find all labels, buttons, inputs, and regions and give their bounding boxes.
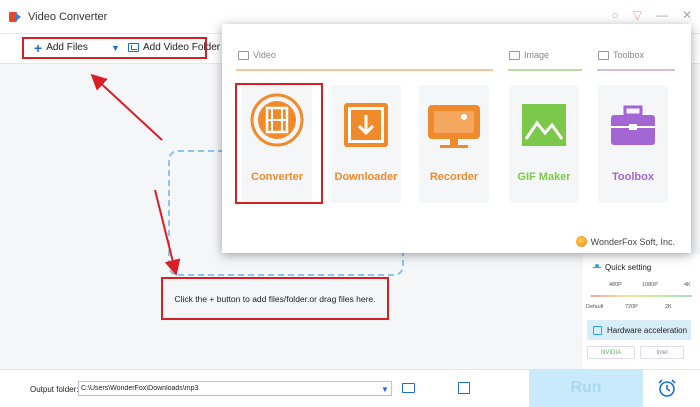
hardware-acceleration-label: Hardware acceleration (607, 325, 688, 335)
screen-record-icon (428, 105, 480, 148)
annotation-box-toolbar (22, 37, 207, 59)
wonderfox-logo-icon (575, 236, 587, 247)
image-divider (508, 69, 582, 71)
quality-label-2k: 2K (665, 304, 672, 310)
downloader-tile[interactable]: Downloader (331, 85, 401, 203)
run-button[interactable]: Run (529, 369, 643, 407)
brand: WonderFox Soft, Inc. (575, 236, 675, 247)
hardware-acceleration-toggle[interactable]: Hardware acceleration (587, 320, 691, 340)
quality-label-4k: 4K (684, 282, 691, 288)
gift-icon[interactable]: ▽ (633, 8, 642, 22)
quality-label-default: Default (586, 304, 604, 310)
output-folder-dropdown-icon[interactable]: ▼ (381, 385, 389, 394)
output-folder-input[interactable] (78, 381, 392, 396)
video-divider (236, 69, 493, 71)
output-folder-label: Output folder: (30, 385, 79, 394)
annotation-box-drop (161, 277, 389, 320)
quality-slider[interactable] (591, 295, 692, 297)
arrow-to-toolbar (90, 73, 163, 141)
image-category-icon (509, 50, 520, 60)
recorder-tile[interactable]: Recorder (419, 85, 489, 203)
minimize-icon[interactable]: — (656, 8, 668, 22)
toolbox-label: Toolbox (612, 171, 654, 183)
alarm-clock-icon[interactable] (656, 377, 678, 399)
intel-badge: Intel (640, 346, 684, 359)
toolbox-category-icon (598, 50, 609, 60)
quick-setting-title: Quick setting (593, 263, 651, 272)
browse-folder-icon[interactable] (402, 383, 415, 393)
toolbox-tile[interactable]: Toolbox (598, 85, 668, 203)
alert-icon[interactable]: ○ (611, 8, 618, 22)
chip-icon (593, 325, 602, 335)
category-video-label: Video (253, 50, 276, 60)
video-category-icon (238, 50, 249, 60)
category-toolbox: Toolbox (598, 50, 644, 60)
gif-maker-label: GIF Maker (517, 171, 571, 183)
quality-label-1080p: 1080P (642, 282, 658, 288)
open-output-folder-icon[interactable] (458, 382, 470, 394)
window-controls: ○ ▽ — ✕ (611, 8, 692, 22)
image-icon (522, 104, 566, 146)
quality-label-480p: 480P (609, 282, 622, 288)
close-icon[interactable]: ✕ (682, 8, 692, 22)
app-logo-icon (9, 12, 21, 22)
download-icon (344, 103, 388, 147)
quick-setting-label: Quick setting (605, 263, 652, 272)
category-image: Image (509, 50, 549, 60)
nvidia-badge: NVIDIA (587, 346, 635, 359)
app-title: Video Converter (28, 11, 108, 23)
category-video: Video (238, 50, 276, 60)
recorder-label: Recorder (429, 171, 479, 183)
main-window: Video Converter ○ ▽ — ✕ + Add Files ▼ Ad… (0, 0, 700, 407)
downloader-label: Downloader (334, 171, 398, 183)
annotation-box-converter (235, 83, 323, 204)
toolbox-icon (611, 105, 655, 145)
toolbox-divider (597, 69, 675, 71)
brand-label: WonderFox Soft, Inc. (590, 236, 675, 247)
category-toolbox-label: Toolbox (613, 50, 645, 60)
slider-icon (593, 263, 601, 275)
category-image-label: Image (524, 50, 550, 60)
quality-label-720p: 720P (625, 304, 638, 310)
gif-maker-tile[interactable]: GIF Maker (509, 85, 579, 203)
